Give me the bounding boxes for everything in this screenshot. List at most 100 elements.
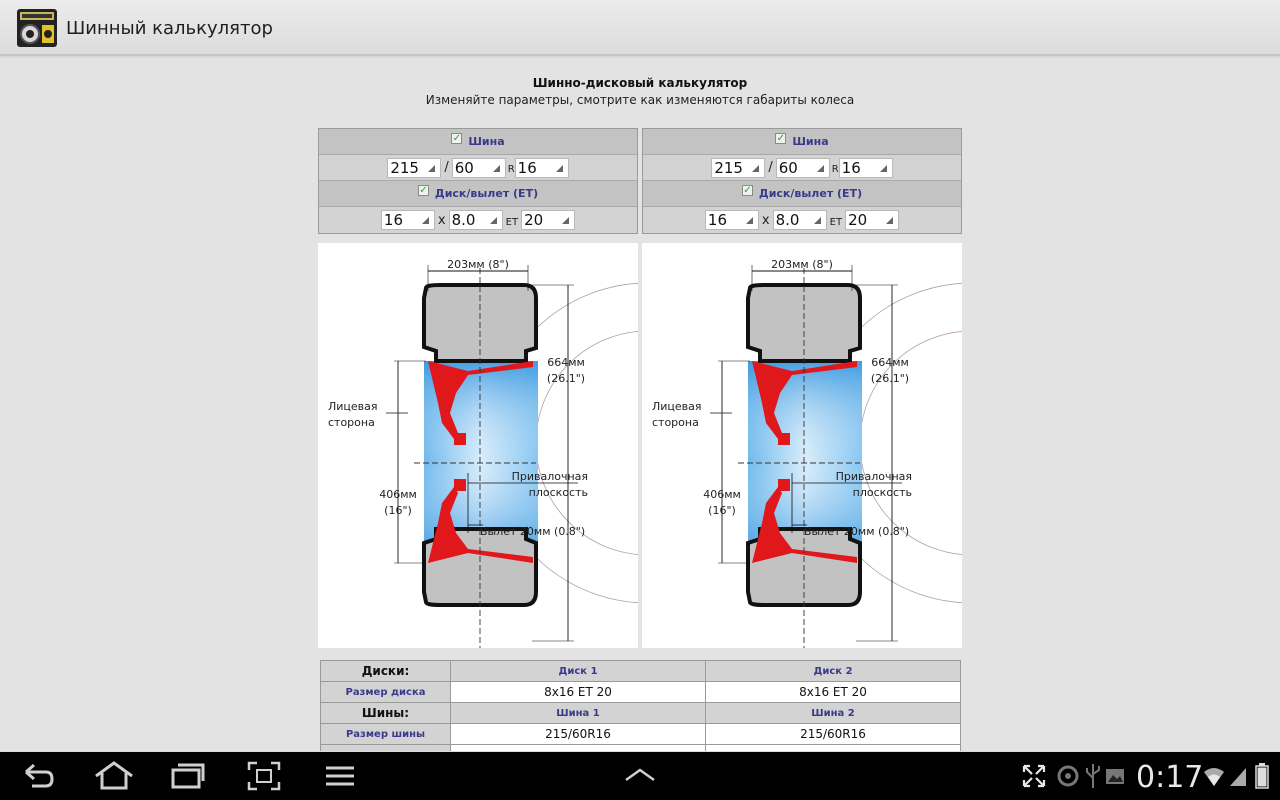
- tire-size-row-2: 215 / 60 R 16: [643, 155, 961, 181]
- image-icon: [1104, 760, 1126, 792]
- width-label: 203мм (8"): [771, 258, 833, 271]
- dropdown-arrow-icon: [421, 217, 429, 224]
- tire1-size: 215/60R16: [450, 723, 706, 745]
- tire-profile-select[interactable]: 60: [451, 157, 506, 178]
- outer-diameter-mm: 664мм: [547, 356, 585, 369]
- tire-header-label: Шина: [792, 135, 829, 148]
- mounting-plane-label: плоскость: [529, 486, 588, 499]
- disk-et-select[interactable]: 20: [845, 210, 900, 230]
- dropdown-arrow-icon: [428, 164, 436, 172]
- face-side-label: сторона: [328, 416, 375, 429]
- disks-section-header: Диски:: [320, 660, 451, 682]
- face-side-label: Лицевая: [328, 400, 378, 413]
- disk-header-label: Диск/вылет (ET): [758, 187, 863, 200]
- disk-header-2: ✓ Диск/вылет (ET): [643, 181, 961, 207]
- rim-diameter-in: (16"): [384, 504, 412, 517]
- dropdown-arrow-icon: [816, 164, 824, 172]
- disk-checkbox-1[interactable]: ✓: [417, 185, 429, 196]
- wifi-icon: [1202, 760, 1226, 792]
- slash-separator: /: [444, 160, 449, 175]
- disk1-size: 8x16 ET 20: [450, 681, 706, 703]
- disk-et-select[interactable]: 20: [521, 210, 576, 230]
- r-label: R: [831, 164, 839, 175]
- x-separator: x: [437, 212, 446, 228]
- usb-icon: [1084, 760, 1102, 792]
- mounting-plane-label: Привалочная: [512, 470, 588, 483]
- signal-icon: [1228, 760, 1248, 792]
- status-clock: 0:17: [1136, 760, 1204, 795]
- tyre-calculator-app-icon[interactable]: [16, 8, 58, 48]
- screenshot-icon[interactable]: [246, 760, 282, 792]
- wheel-diagram-1: 203мм (8") 664мм (26.1") Лицевая сторона…: [318, 243, 809, 648]
- params-panel-1: ✓ Шина 215 / 60 R 16 ✓ Диск/вылет (ET) 1…: [318, 128, 638, 234]
- tire-checkbox-1[interactable]: ✓: [451, 133, 463, 144]
- tire1-header: Шина 1: [450, 702, 706, 724]
- offset-label: Вылет 20мм (0.8"): [480, 525, 585, 538]
- outer-diameter-in: (26.1"): [547, 372, 585, 385]
- tire-checkbox-2[interactable]: ✓: [775, 133, 787, 144]
- disk-width-select[interactable]: 8.0: [772, 210, 827, 230]
- tire-profile-select[interactable]: 60: [775, 157, 830, 178]
- expand-icon[interactable]: [1020, 760, 1048, 792]
- tire-radius-select[interactable]: 16: [838, 157, 893, 178]
- calculator-content: Шинно-дисковый калькулятор Изменяйте пар…: [0, 58, 1280, 751]
- next-row-cell: [450, 744, 706, 751]
- mounting-plane-label: Привалочная: [836, 470, 912, 483]
- action-bar: Шинный калькулятор: [0, 0, 1280, 56]
- recent-apps-icon[interactable]: [170, 760, 206, 792]
- disk-size-row-2: 16 x 8.0 ET 20: [643, 207, 961, 233]
- disk-size-label: Размер диска: [320, 681, 451, 703]
- back-icon[interactable]: [20, 760, 56, 792]
- tire-width-select[interactable]: 215: [711, 157, 766, 178]
- tire-width-select[interactable]: 215: [387, 157, 442, 178]
- tire-header-label: Шина: [468, 135, 505, 148]
- menu-icon[interactable]: [322, 760, 358, 792]
- home-icon[interactable]: [94, 760, 133, 792]
- disk-checkbox-2[interactable]: ✓: [741, 185, 753, 196]
- mounting-plane-label: плоскость: [853, 486, 912, 499]
- disk-header-1: ✓ Диск/вылет (ET): [319, 181, 637, 207]
- disk2-size: 8x16 ET 20: [705, 681, 961, 703]
- tire-radius-select[interactable]: 16: [514, 157, 569, 178]
- disk1-header: Диск 1: [450, 660, 706, 682]
- rim-diameter-mm: 406мм: [703, 488, 741, 501]
- params-panel-2: ✓ Шина 215 / 60 R 16 ✓ Диск/вылет (ET) 1…: [642, 128, 962, 234]
- dropdown-arrow-icon: [562, 217, 570, 224]
- disk-header-label: Диск/вылет (ET): [434, 187, 539, 200]
- table-row: Размер шины 215/60R16 215/60R16: [320, 723, 961, 745]
- tire-header-2: ✓ Шина: [643, 129, 961, 155]
- dropdown-arrow-icon: [886, 217, 894, 224]
- rim-diameter-mm: 406мм: [379, 488, 417, 501]
- disk-diameter-select[interactable]: 16: [704, 210, 759, 230]
- face-side-label: Лицевая: [652, 400, 702, 413]
- tires-section-header: Шины:: [320, 702, 451, 724]
- page-heading: Шинно-дисковый калькулятор: [532, 76, 748, 90]
- dropdown-arrow-icon: [555, 164, 563, 172]
- width-label: 203мм (8"): [447, 258, 509, 271]
- results-table: Диски: Диск 1 Диск 2 Размер диска 8x16 E…: [320, 660, 961, 751]
- rim-diameter-in: (16"): [708, 504, 736, 517]
- tire2-header: Шина 2: [705, 702, 961, 724]
- battery-icon: [1252, 760, 1272, 792]
- outer-diameter-mm: 664мм: [871, 356, 909, 369]
- disk-width-select[interactable]: 8.0: [448, 210, 503, 230]
- dropdown-arrow-icon: [879, 164, 887, 172]
- disk-size-row-1: 16 x 8.0 ET 20: [319, 207, 637, 233]
- disk-diameter-select[interactable]: 16: [380, 210, 435, 230]
- table-row: Размер диска 8x16 ET 20 8x16 ET 20: [320, 681, 961, 703]
- dropdown-arrow-icon: [813, 217, 821, 224]
- sync-icon: [1056, 760, 1080, 792]
- chevron-up-icon[interactable]: [622, 760, 658, 792]
- wheel-diagram-2: 203мм (8") 664мм (26.1") Лицевая сторона…: [642, 243, 1133, 648]
- dropdown-arrow-icon: [752, 164, 760, 172]
- et-label: ET: [829, 216, 843, 228]
- dropdown-arrow-icon: [489, 217, 497, 224]
- next-row-cell: [705, 744, 961, 751]
- table-row: Диски: Диск 1 Диск 2: [320, 660, 961, 682]
- app-title: Шинный калькулятор: [66, 18, 273, 39]
- r-label: R: [507, 164, 515, 175]
- slash-separator: /: [768, 160, 773, 175]
- outer-diameter-in: (26.1"): [871, 372, 909, 385]
- tire2-size: 215/60R16: [705, 723, 961, 745]
- system-bar: 0:17: [0, 752, 1280, 800]
